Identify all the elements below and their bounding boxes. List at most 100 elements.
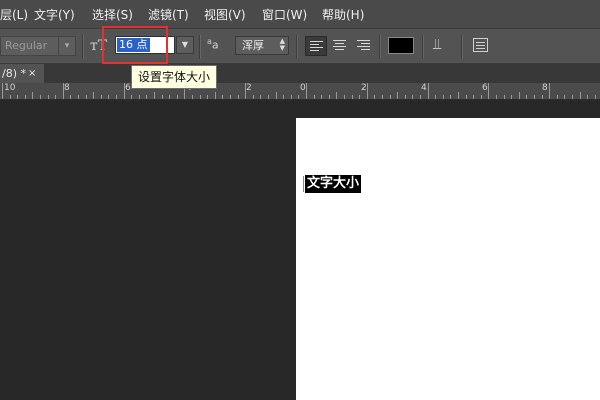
options-bar: Regular ▾ ᴛT [0,28,600,64]
document-canvas[interactable] [296,118,600,400]
ruler-tick [47,95,49,99]
menu-filter[interactable]: 滤镜(T) [148,6,189,23]
ruler-label: 4 [421,83,427,93]
divider [422,35,424,59]
spinner-icon: ▲ ▼ [279,37,285,52]
anti-alias-icon: aa [207,37,219,52]
chevron-down-icon: ▼ [181,40,189,49]
ruler-tick [389,95,391,99]
ruler-tick [458,92,459,99]
ruler-tick [214,92,216,99]
chevron-down-icon[interactable]: ▾ [58,37,75,55]
ruler-tick [496,95,497,99]
ruler-tick [511,95,513,99]
font-size-tooltip: 设置字体大小 [131,65,218,89]
align-left-icon [310,41,323,53]
ruler-tick [503,95,505,99]
ruler-tick [260,95,262,99]
ruler-tick [564,95,566,99]
ruler-tick [176,95,178,99]
text-cursor [303,176,304,192]
ruler-tick [108,95,110,99]
ruler-label: 2 [246,83,252,93]
divider [379,35,381,59]
ruler-label: 8 [64,83,70,93]
anti-alias-select[interactable]: 浑厚 ▲ ▼ [235,36,289,55]
menu-type[interactable]: 文字(Y) [34,6,75,23]
ruler-tick [465,95,467,99]
warp-text-icon[interactable]: ⫫ [433,35,441,53]
ruler-tick [541,95,543,99]
ruler-tick [298,95,300,99]
ruler-tick [199,95,201,99]
ruler-tick [2,83,3,99]
ruler-tick [161,95,163,99]
divider [82,35,84,59]
align-right-button[interactable] [353,36,375,56]
ruler-tick [344,95,345,99]
ruler-tick [587,95,589,99]
ruler-tick [283,95,285,99]
ruler-tick [556,95,558,99]
ruler-tick [526,95,528,99]
ruler-tick [480,95,482,99]
ruler-tick [442,95,444,99]
align-center-button[interactable] [329,36,351,56]
ruler-tick [138,95,140,99]
ruler-label: 8 [542,83,548,93]
ruler-tick [192,95,193,99]
ruler-tick [275,92,277,99]
ruler-tick [549,83,551,99]
divider [461,35,463,59]
ruler-tick [245,83,247,99]
ruler-tick [397,92,399,99]
ruler-tick [321,95,323,99]
text-color-swatch[interactable] [388,37,414,54]
ruler-tick [252,95,254,99]
ruler-tick [351,95,353,99]
ruler-tick [146,95,148,99]
menu-help[interactable]: 帮助(H) [322,6,364,23]
ruler-tick [328,95,330,99]
character-panel-icon[interactable] [473,38,488,52]
ruler-tick [572,95,573,99]
ruler-tick [427,83,429,99]
ruler-tick [222,95,224,99]
ruler-tick [366,83,368,99]
document-tab-label: /8) * [2,67,26,80]
ruler-tick [17,95,19,99]
ruler-tick [62,83,64,99]
ruler-tick [40,95,41,99]
canvas-text-layer[interactable]: 文字大小 [305,175,362,193]
highlight-annotation [102,26,168,64]
ruler-tick [78,95,79,99]
ruler-tick [230,95,231,99]
font-style-value: Regular [5,39,48,52]
ruler-tick [290,95,292,99]
ruler-tick [336,92,338,99]
divider [199,35,201,59]
ruler-tick [359,95,361,99]
ruler-tick [24,95,26,99]
ruler-tick [306,83,307,99]
menu-layer[interactable]: 层(L) [0,6,28,23]
font-style-select[interactable]: Regular ▾ [0,36,76,56]
menu-view[interactable]: 视图(V) [204,6,246,23]
close-icon[interactable]: × [28,64,36,83]
ruler-tick [579,92,581,99]
font-size-dropdown[interactable]: ▼ [176,36,194,54]
align-right-icon [357,40,370,52]
ruler-tick [116,95,117,99]
ruler-tick [93,92,95,99]
menu-select[interactable]: 选择(S) [92,6,133,23]
align-left-button[interactable] [305,36,327,56]
menu-window[interactable]: 窗口(W) [262,6,307,23]
ruler-tick [404,95,406,99]
divider [296,35,298,59]
ruler-tick [374,95,376,99]
ruler-tick [534,95,535,99]
ruler-tick [435,95,437,99]
document-tab[interactable]: /8) * × [0,64,44,83]
ruler-tick [412,95,414,99]
ruler-tick [70,95,72,99]
